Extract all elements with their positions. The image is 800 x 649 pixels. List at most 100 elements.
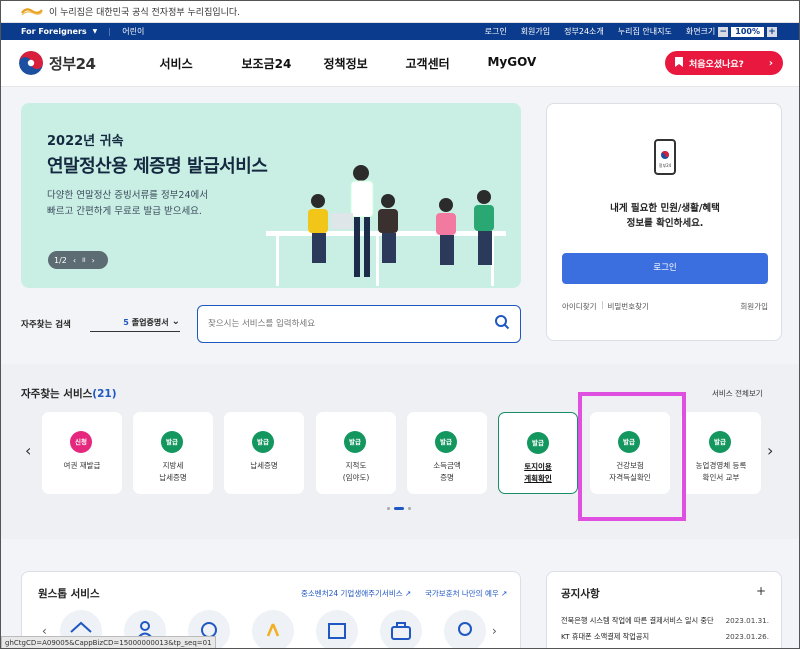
util-login-link[interactable]: 로그인 (485, 26, 507, 37)
service-label: 여권 재발급 (42, 460, 122, 472)
popular-search-value: 졸업증명서 (131, 317, 169, 327)
service-label-line: 계획확인 (524, 474, 552, 483)
carousel-dot[interactable] (408, 507, 411, 510)
search-input[interactable] (208, 319, 494, 329)
notice-row[interactable]: 전북은행 시스템 작업에 따른 결제서비스 일시 중단 2023.01.31. (561, 616, 769, 626)
util-about-link[interactable]: 정부24소개 (564, 26, 604, 37)
onestop-title: 원스톱 서비스 (38, 588, 100, 600)
hero-title: 연말정산용 제증명 발급서비스 (47, 156, 268, 177)
login-button[interactable]: 로그인 (562, 253, 768, 284)
phone-icon: 정부24 (654, 139, 676, 175)
service-label: 토지이용 계획확인 (499, 461, 577, 485)
onestop-next-button[interactable]: › (492, 624, 497, 638)
service-label-line: 지방세 (162, 461, 184, 470)
zoom-out-button[interactable]: − (718, 26, 729, 37)
service-card-selected[interactable]: 발급 토지이용 계획확인 (498, 412, 578, 494)
next-slide-button[interactable]: › (92, 256, 95, 265)
service-label-line: 확인서 교부 (702, 473, 740, 482)
service-label-line: 납세증명 (250, 461, 278, 470)
main-nav: 서비스 보조금24 정책정보 고객센터 MyGOV (159, 55, 569, 72)
gov-banner-text: 이 누리집은 대한민국 공식 전자정부 누리집입니다. (49, 8, 241, 18)
nav-services[interactable]: 서비스 (159, 55, 241, 72)
onestop-link-sme[interactable]: 중소벤처24 기업생애주기서비스 ↗ (301, 588, 411, 599)
frequent-services-title: 자주찾는 서비스(21) (21, 386, 117, 401)
service-badge: 발급 (527, 432, 549, 454)
service-label-line: 농업경영체 등록 (695, 461, 747, 470)
notice-date: 2023.01.26. (725, 632, 769, 641)
service-card[interactable]: 발급 농업경영체 등록 확인서 교부 (681, 412, 761, 494)
util-join-link[interactable]: 회원가입 (521, 26, 550, 37)
site-header: 정부24 서비스 보조금24 정책정보 고객센터 MyGOV 처음오셨나요? › (1, 40, 799, 87)
zoom-control: 화면크기 − 100% + (686, 26, 777, 37)
service-card[interactable]: 발급 지적도 (임야도) (316, 412, 396, 494)
carousel-prev-button[interactable]: ‹ (25, 441, 31, 460)
join-link[interactable]: 회원가입 (740, 301, 768, 312)
login-message: 내게 필요한 민원/생활/혜택 정보를 확인하세요. (547, 201, 783, 231)
notice-date: 2023.01.31. (725, 616, 769, 625)
service-label-line: (임야도) (342, 473, 370, 482)
prev-slide-button[interactable]: ‹ (73, 256, 76, 265)
carousel-next-button[interactable]: › (767, 441, 773, 460)
nav-customer-center[interactable]: 고객센터 (405, 55, 487, 72)
service-card[interactable]: 발급 소득금액 증명 (407, 412, 487, 494)
briefcase-icon[interactable] (380, 610, 422, 648)
hero-description: 다양한 연말정산 증빙서류를 정부24에서 빠르고 간편하게 무료로 발급 받으… (47, 188, 257, 220)
site-logo[interactable]: 정부24 (19, 51, 96, 75)
elder-icon[interactable] (444, 610, 486, 648)
util-sitemap-link[interactable]: 누리집 안내지도 (618, 26, 672, 37)
service-label: 소득금액 증명 (407, 460, 487, 484)
chevron-down-icon: ⌄ (171, 316, 180, 327)
notice-more-button[interactable]: + (756, 584, 766, 598)
ribbon-icon[interactable] (252, 610, 294, 648)
service-search-box (197, 305, 521, 343)
zoom-in-button[interactable]: + (767, 26, 777, 37)
service-label: 납세증명 (224, 460, 304, 472)
utility-bar: For Foreigners ▼ 어린이 로그인 회원가입 정부24소개 누리집… (1, 23, 799, 40)
notice-row[interactable]: KT 휴대폰 소액결제 작업공지 2023.01.26. (561, 632, 769, 642)
service-badge: 신청 (70, 431, 92, 453)
service-label: 농업경영체 등록 확인서 교부 (681, 460, 761, 484)
service-badge: 발급 (435, 431, 457, 453)
find-password-link[interactable]: 비밀번호찾기 (608, 301, 649, 312)
carousel-dot-active[interactable] (394, 507, 404, 510)
first-visit-label: 처음오셨나요? (689, 59, 744, 70)
first-visit-button[interactable]: 처음오셨나요? › (665, 51, 783, 75)
office-people-illustration (266, 165, 506, 286)
nav-subsidy24[interactable]: 보조금24 (241, 55, 323, 72)
service-badge: 발급 (161, 431, 183, 453)
service-label-line: 소득금액 (433, 461, 461, 470)
popular-search-label: 자주찾는 검색 (21, 320, 71, 330)
nav-policy-info[interactable]: 정책정보 (323, 55, 405, 72)
service-card[interactable]: 신청 여권 재발급 (42, 412, 122, 494)
carousel-dot[interactable] (387, 507, 390, 510)
pager-count: 1/2 (54, 255, 67, 265)
hero-banner[interactable]: 2022년 귀속 연말정산용 제증명 발급서비스 다양한 연말정산 증빙서류를 … (21, 103, 521, 288)
phone-label: 정부24 (659, 162, 672, 168)
for-foreigners-link[interactable]: For Foreigners (21, 27, 87, 36)
search-icon[interactable] (494, 314, 510, 334)
view-all-services-link[interactable]: 서비스 전체보기 (712, 388, 763, 399)
book-icon[interactable] (316, 610, 358, 648)
onestop-link-veterans[interactable]: 국가보훈처 나만의 예우 ↗ (425, 588, 507, 599)
service-card[interactable]: 발급 납세증명 (224, 412, 304, 494)
service-label: 지방세 납세증명 (133, 460, 213, 484)
find-id-link[interactable]: 아이디찾기 (562, 301, 597, 312)
frequent-count: (21) (92, 388, 117, 400)
frequent-title-text: 자주찾는 서비스 (21, 388, 93, 400)
hero-desc-line: 다양한 연말정산 증빙서류를 정부24에서 (47, 190, 208, 201)
login-message-line: 내게 필요한 민원/생활/혜택 (610, 203, 720, 214)
popular-search-select[interactable]: 5 졸업증명서 ⌄ (90, 313, 180, 332)
nav-mygov[interactable]: MyGOV (487, 55, 569, 72)
notice-card: 공지사항 + 전북은행 시스템 작업에 따른 결제서비스 일시 중단 2023.… (546, 571, 782, 648)
kids-link[interactable]: 어린이 (122, 26, 144, 37)
status-bar-url: ghCtgCD=A09005&CappBizCD=15000000013&tp_… (1, 636, 216, 648)
service-label-line: 여권 재발급 (63, 461, 101, 470)
logo-text: 정부24 (49, 54, 96, 73)
login-card: 정부24 내게 필요한 민원/생활/혜택 정보를 확인하세요. 로그인 아이디찾… (546, 103, 782, 341)
service-card[interactable]: 발급 지방세 납세증명 (133, 412, 213, 494)
service-badge: 발급 (252, 431, 274, 453)
zoom-value: 100% (731, 26, 764, 37)
service-label-line: 토지이용 (524, 462, 552, 471)
pause-button[interactable]: II (82, 257, 86, 264)
bookmark-icon (675, 56, 683, 70)
